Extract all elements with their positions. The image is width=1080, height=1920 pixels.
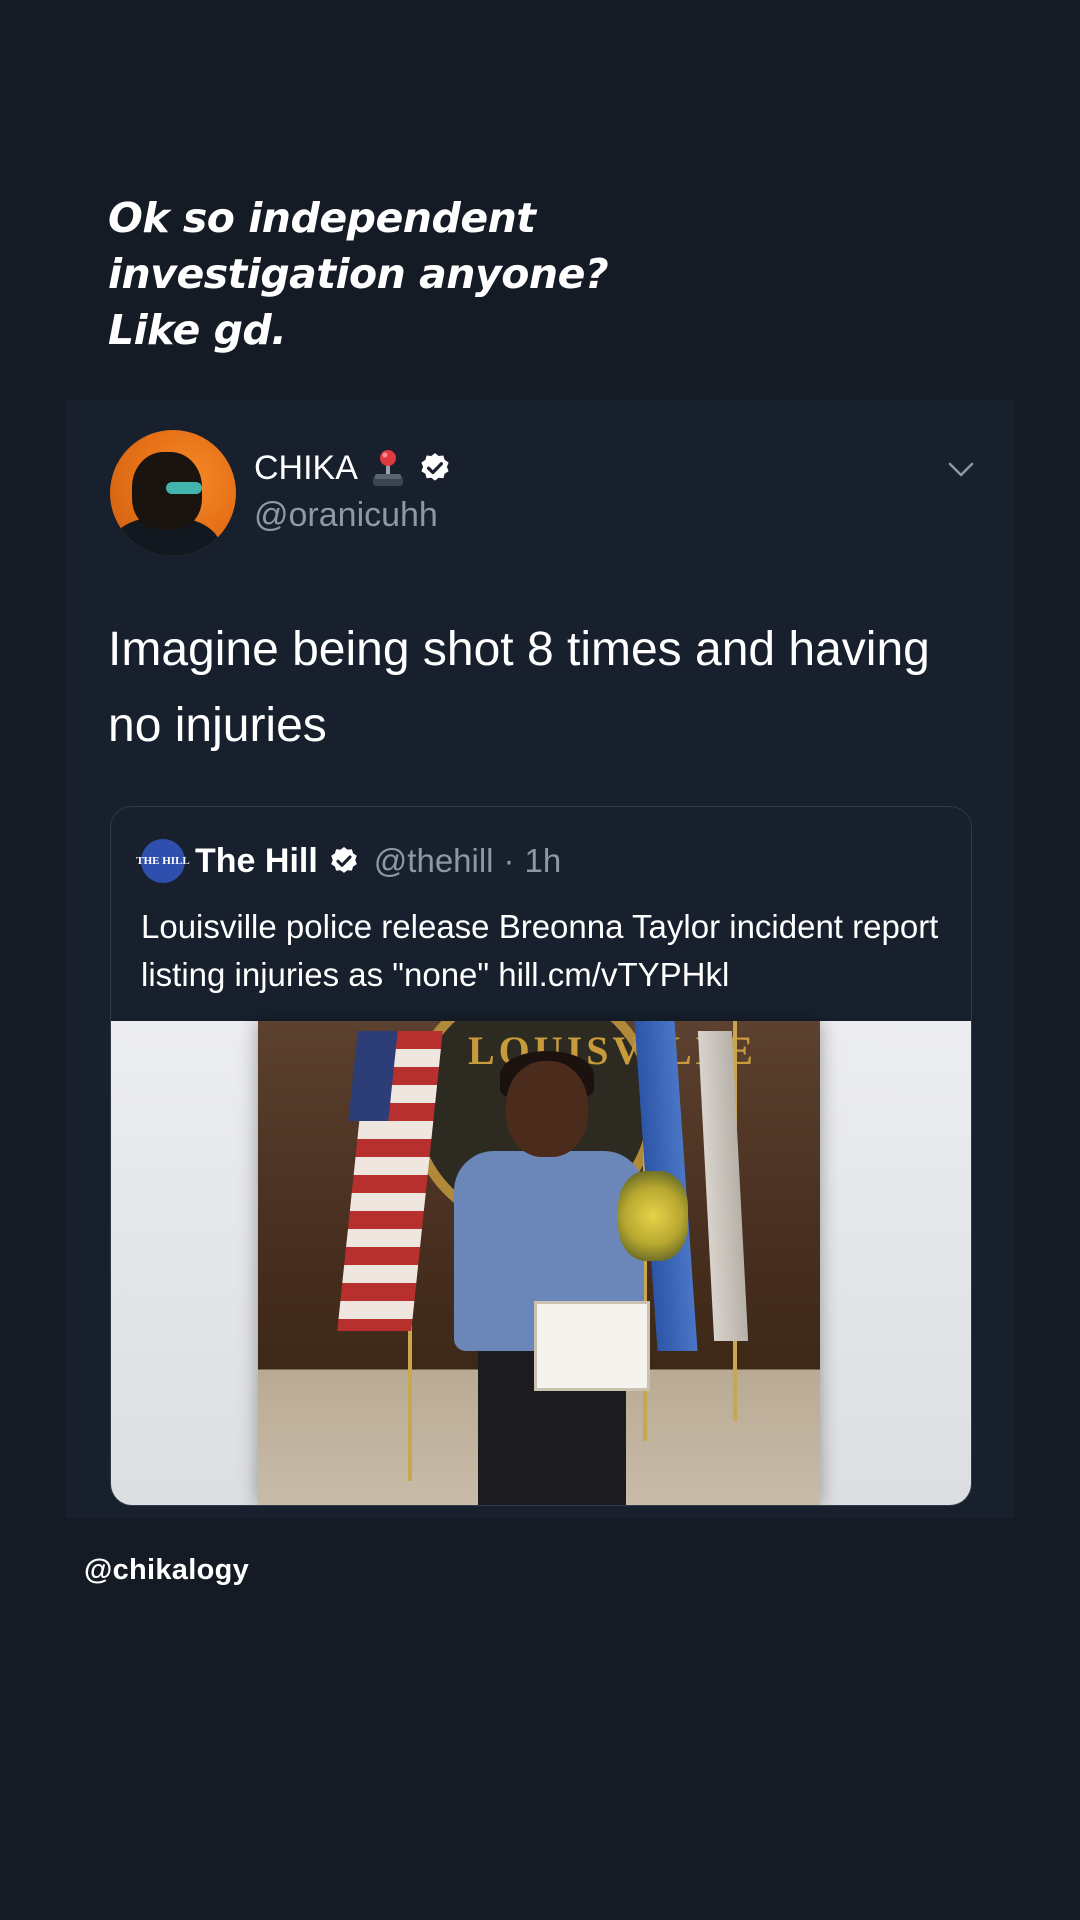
quoted-timestamp: 1h [524,842,562,879]
caption-line-3: Like gd. [108,306,287,354]
author-handle[interactable]: @oranicuhh [254,496,438,535]
chevron-down-icon[interactable] [946,454,976,484]
verified-icon [421,453,449,481]
quoted-tweet-image[interactable]: LOUISVILLE [111,1021,971,1505]
story-mention[interactable]: @chikalogy [84,1554,249,1587]
dot-separator: · [503,842,515,879]
author-name-row[interactable]: CHIKA [254,448,452,488]
quoted-author-handle: @thehill [373,842,494,879]
joystick-icon [372,450,403,486]
quoted-tweet-header: THE HILL The Hill @thehill · 1h [136,839,562,883]
author-display-name: CHIKA [254,448,358,487]
person-head [506,1061,588,1157]
caption-line-2: investigation anyone? [108,250,609,298]
story-caption: Ok so independent investigation anyone? … [108,190,609,358]
avatar-glasses [166,482,202,494]
quoted-tweet-text: Louisville police release Breonna Taylor… [141,908,939,993]
verified-icon [330,847,357,873]
quoted-tweet[interactable]: THE HILL The Hill @thehill · 1h Louisvil… [110,806,972,1506]
tweet-text: Imagine being shot 8 times and having no… [108,623,930,752]
quoted-author-name: The Hill [195,841,318,880]
the-hill-logo[interactable]: THE HILL [136,839,190,883]
white-flag [697,1031,749,1341]
news-photo: LOUISVILLE [258,1021,820,1505]
caption-line-1: Ok so independent [108,194,536,242]
avatar[interactable] [110,430,236,556]
certificate [534,1301,650,1391]
flower-bouquet [618,1171,688,1261]
